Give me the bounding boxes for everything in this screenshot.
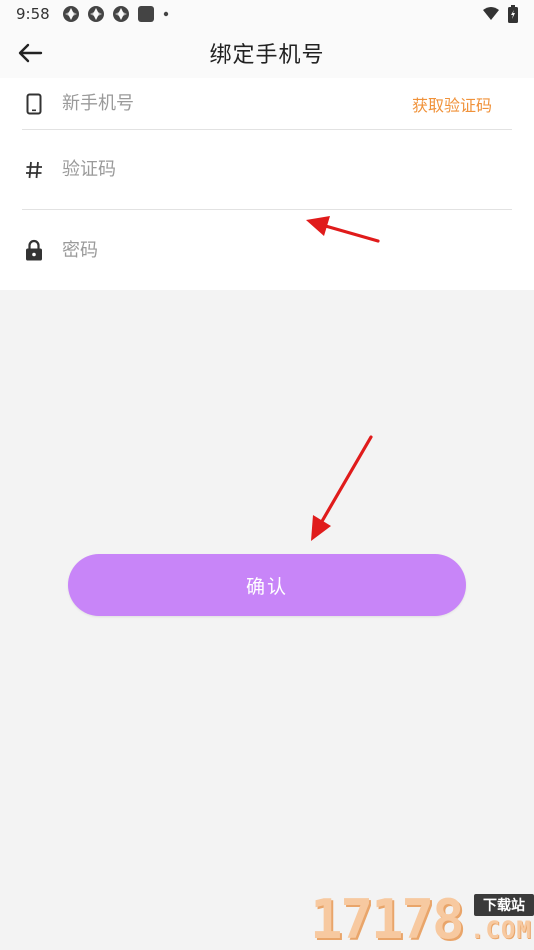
screen: 9:58 绑定手机号 新手机号 获取验证码 验证码 确认 17178 下载站 .… [0,0,534,950]
annotation-arrow-icon [311,435,373,541]
hash-icon [22,158,46,182]
phone-icon [22,92,46,116]
watermark-digits: 17178 [310,888,465,950]
status-bar: 9:58 [0,0,534,28]
battery-icon [508,5,518,23]
watermark-domain: .COM [470,916,532,944]
dot-icon [163,11,168,17]
lock-icon [22,238,46,262]
page-title: 绑定手机号 [209,43,325,68]
phone-row: 获取验证码 [22,78,512,130]
code-row [22,130,512,210]
code-input[interactable] [62,149,512,190]
arrow-left-icon [18,43,43,63]
password-row [22,210,512,290]
status-system-icons [482,5,518,23]
status-notification-icons [62,5,170,23]
aperture-icon [87,6,104,22]
form-card: 获取验证码 [0,78,534,290]
watermark-logo: 17178 下载站 .COM [306,888,534,950]
confirm-button[interactable]: 确认 [68,554,466,616]
app-header: 绑定手机号 [0,28,534,78]
status-time: 9:58 [16,5,50,23]
get-code-button[interactable]: 获取验证码 [412,92,492,116]
aperture-icon [112,6,129,22]
aperture-icon [62,6,79,22]
wifi-icon [483,7,499,20]
back-button[interactable] [14,38,46,68]
phone-input[interactable] [62,83,412,124]
square-icon [137,6,154,22]
watermark-tag: 下载站 [474,894,534,916]
password-input[interactable] [62,230,512,270]
